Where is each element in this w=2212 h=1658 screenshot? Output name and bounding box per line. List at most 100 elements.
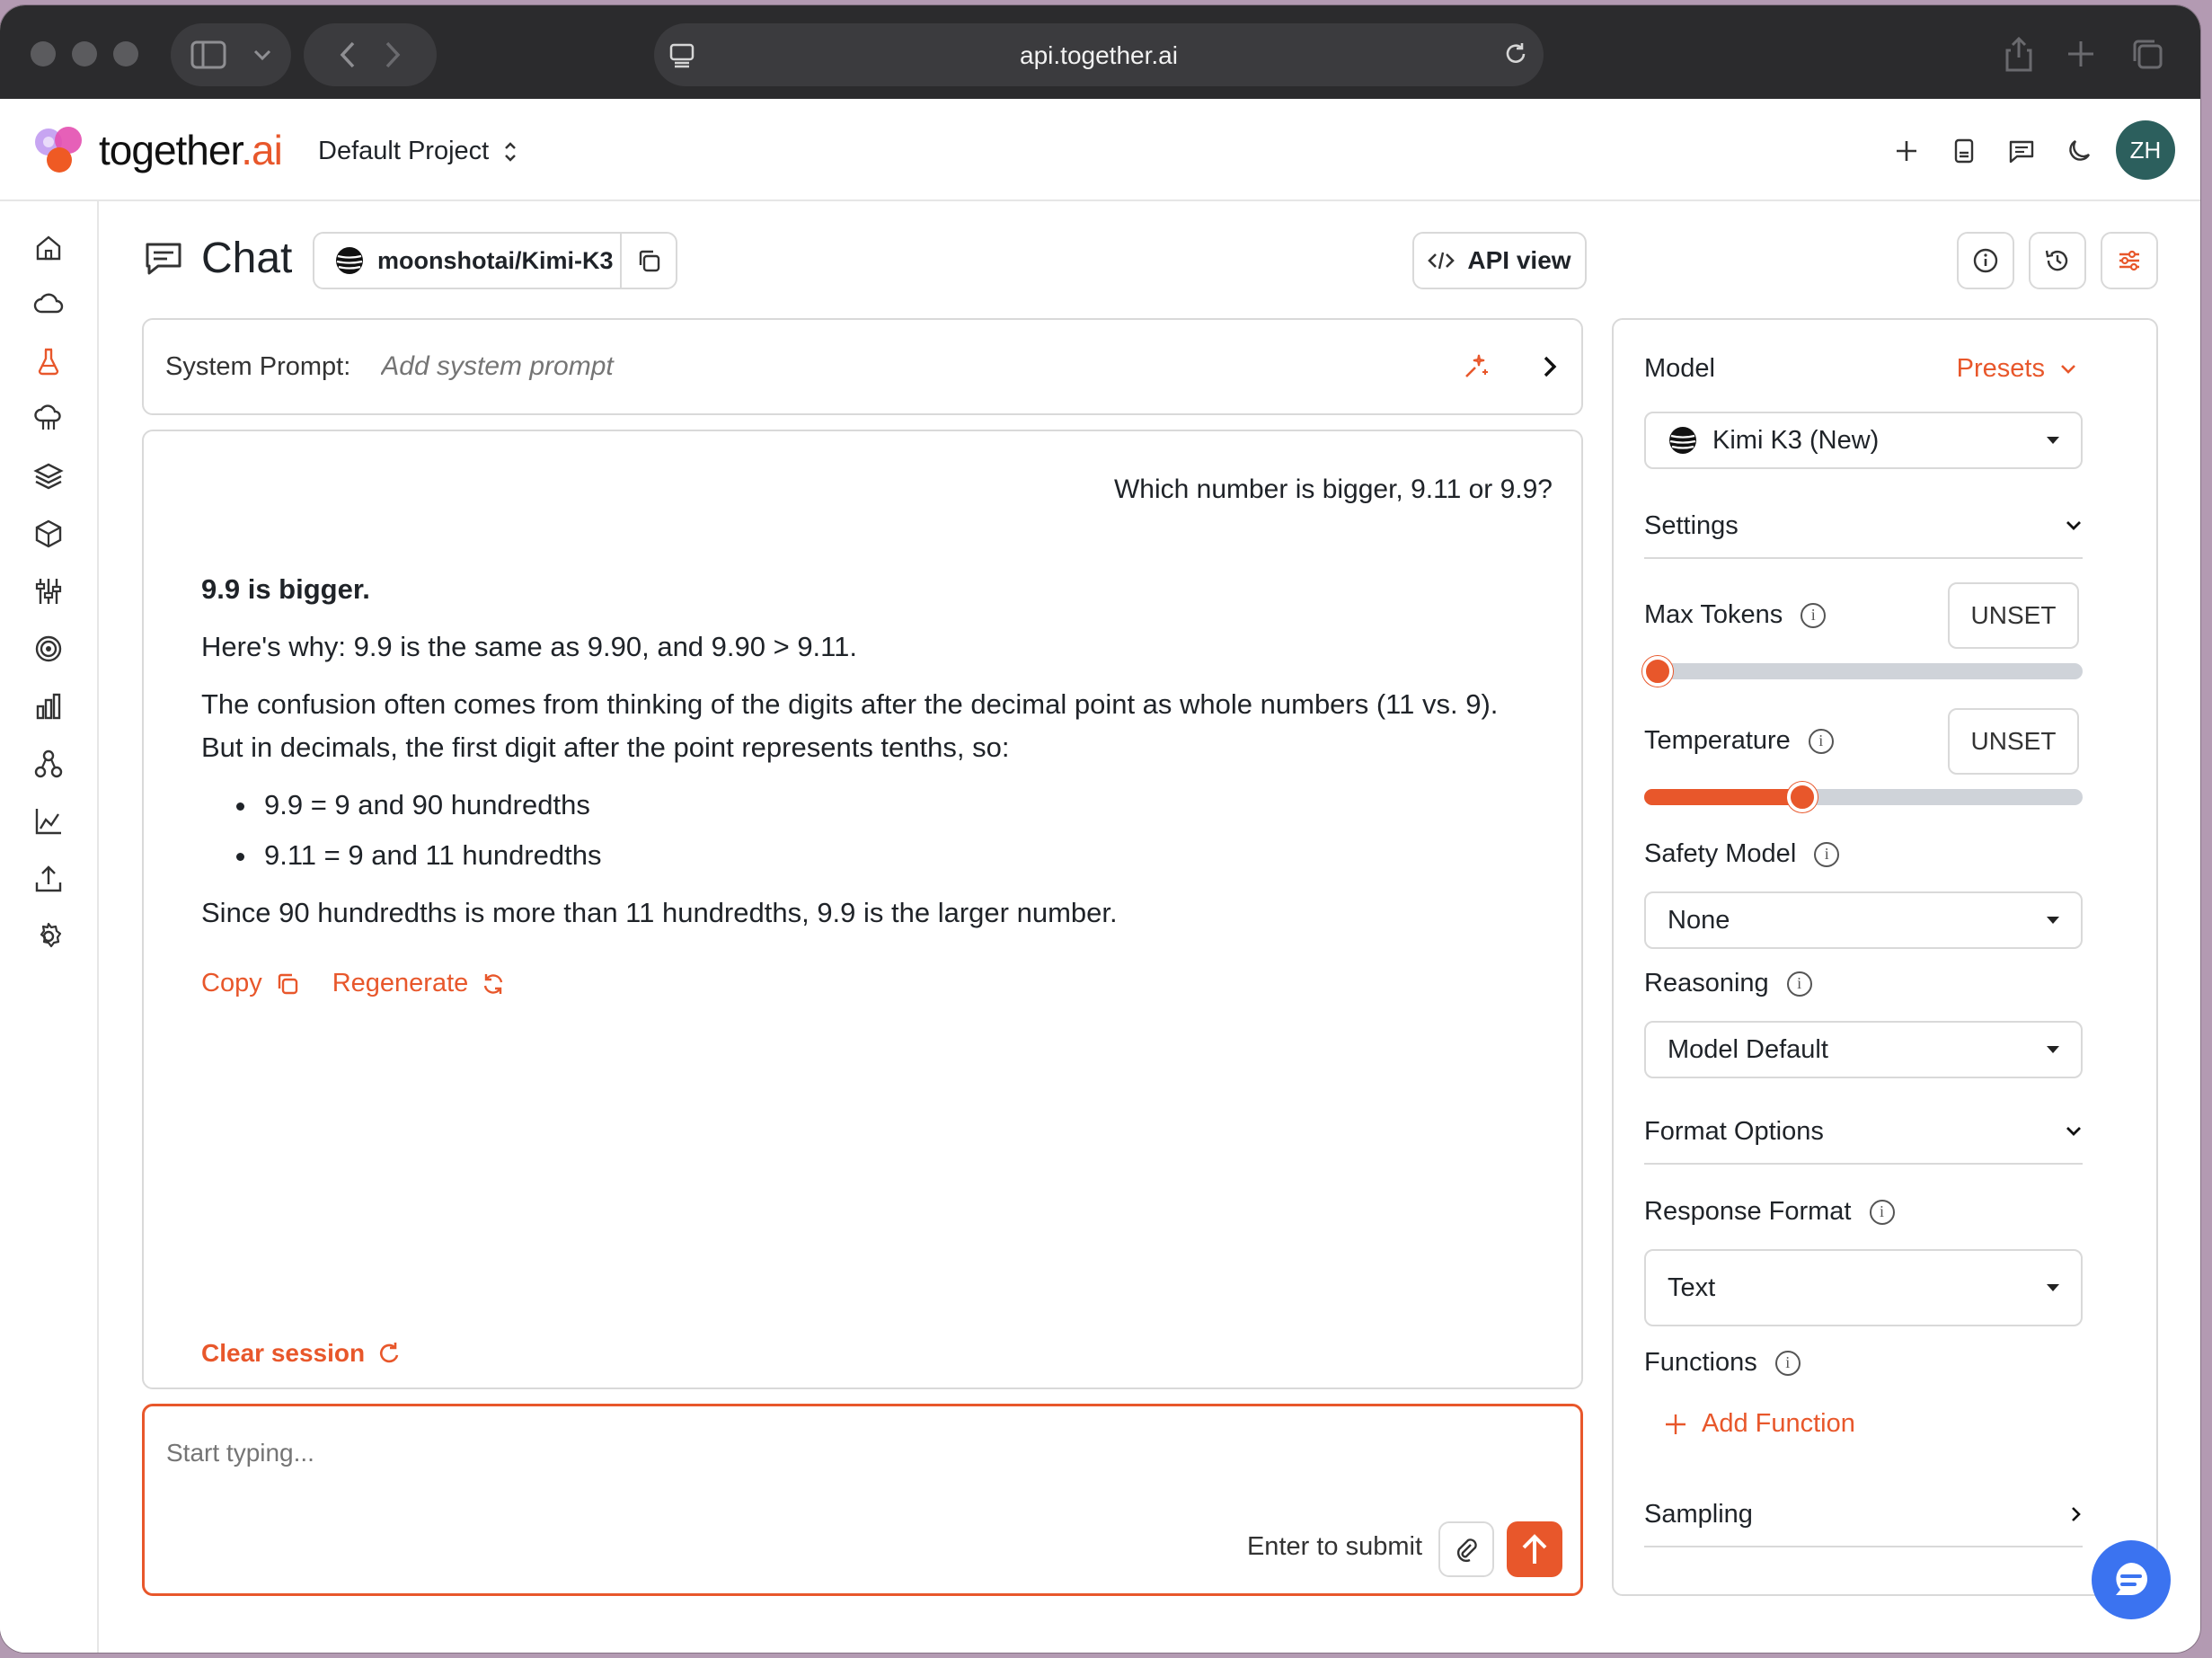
sampling-label: Sampling [1644, 1499, 1753, 1529]
sampling-section-toggle[interactable]: Sampling [1644, 1483, 2083, 1547]
response-format-select[interactable]: Text [1644, 1249, 2083, 1326]
settings-label: Settings [1644, 510, 1739, 540]
plus-icon[interactable] [1889, 133, 1924, 169]
refresh-icon [484, 973, 503, 994]
reasoning-select[interactable]: Model Default [1644, 1021, 2083, 1078]
zoom-window-dot[interactable] [113, 41, 138, 66]
info-icon[interactable]: i [1786, 971, 1812, 997]
together-logo-icon [35, 127, 82, 173]
chevron-down-icon [253, 49, 271, 61]
history-nav [304, 23, 437, 86]
bar-chart-icon[interactable] [32, 690, 65, 723]
settings-toggle-button[interactable] [2101, 232, 2158, 289]
send-button[interactable] [1507, 1521, 1562, 1577]
safety-model-value: None [1668, 905, 1730, 935]
project-name: Default Project [318, 137, 490, 165]
model-chip[interactable]: moonshotai/Kimi-K3 [313, 232, 677, 289]
browser-chrome: api.together.ai [0, 5, 2200, 99]
flask-icon[interactable] [32, 345, 65, 377]
gear-icon[interactable] [32, 920, 65, 953]
copy-model-button[interactable] [620, 234, 676, 288]
home-icon[interactable] [32, 232, 65, 264]
cloud-network-icon[interactable] [32, 403, 65, 435]
info-icon [1973, 248, 1998, 273]
chevron-right-icon[interactable] [1540, 353, 1560, 380]
info-icon[interactable]: i [1814, 841, 1840, 867]
upload-icon[interactable] [32, 863, 65, 895]
target-icon[interactable] [32, 633, 65, 665]
format-options-label: Format Options [1644, 1116, 1824, 1146]
info-button[interactable] [1957, 232, 2014, 289]
model-label: Model [1644, 354, 1715, 383]
share-icon[interactable] [2004, 36, 2034, 72]
new-tab-icon[interactable] [2066, 40, 2095, 68]
safety-model-select[interactable]: None [1644, 891, 2083, 949]
address-bar[interactable]: api.together.ai [654, 23, 1544, 86]
history-button[interactable] [2029, 232, 2086, 289]
dark-mode-icon[interactable] [2061, 133, 2097, 169]
tab-overview-icon[interactable] [2131, 38, 2163, 70]
slider-thumb[interactable] [1642, 656, 1673, 687]
temperature-slider[interactable] [1644, 782, 2083, 812]
back-icon[interactable] [339, 40, 357, 69]
info-icon[interactable]: i [1801, 602, 1827, 628]
info-icon[interactable]: i [1774, 1350, 1801, 1376]
help-chat-button[interactable] [2092, 1540, 2171, 1619]
cloud-icon[interactable] [32, 288, 65, 320]
answer-paragraph: Since 90 hundredths is more than 11 hund… [201, 897, 1118, 928]
caret-down-icon [2047, 917, 2059, 924]
clear-session-button[interactable]: Clear session [201, 1339, 403, 1368]
system-prompt-bar: System Prompt: [142, 318, 1583, 415]
format-options-toggle[interactable]: Format Options [1644, 1100, 2083, 1165]
close-window-dot[interactable] [31, 41, 56, 66]
copy-button[interactable]: Copy [201, 969, 300, 998]
attach-button[interactable] [1438, 1521, 1494, 1577]
forward-icon[interactable] [384, 40, 402, 69]
answer-paragraph: Here's why: 9.9 is the same as 9.90, and… [201, 631, 857, 662]
settings-section-toggle[interactable]: Settings [1644, 494, 2083, 559]
analytics-icon[interactable] [32, 805, 65, 838]
page-title: Chat [144, 234, 292, 283]
answer-list: 9.9 = 9 and 90 hundredths 9.11 = 9 and 1… [259, 784, 1549, 877]
info-icon[interactable]: i [1869, 1199, 1895, 1225]
model-select[interactable]: Kimi K3 (New) [1644, 412, 2083, 469]
docs-icon[interactable] [1946, 133, 1982, 169]
magic-sparkle-icon[interactable] [1461, 351, 1491, 382]
reload-icon[interactable] [1502, 41, 1529, 68]
reasoning-label: Reasoning i [1644, 969, 1812, 998]
copy-label: Copy [201, 969, 262, 997]
user-avatar[interactable]: ZH [2116, 120, 2175, 180]
logo-wordmark[interactable]: together.ai [99, 126, 283, 174]
add-function-button[interactable]: Add Function [1664, 1409, 1855, 1439]
sidebar-icon [190, 40, 226, 69]
plus-icon [1666, 1414, 1686, 1434]
cube-icon[interactable] [32, 518, 65, 550]
layers-icon[interactable] [32, 460, 65, 492]
arrow-up-icon [1522, 1534, 1547, 1564]
copy-icon [639, 250, 660, 272]
project-switcher[interactable]: Default Project [318, 137, 518, 166]
slider-thumb[interactable] [1787, 782, 1818, 812]
max-tokens-slider[interactable] [1642, 656, 2083, 687]
conversation-panel: Which number is bigger, 9.11 or 9.9? 9.9… [142, 430, 1583, 1389]
response-format-label: Response Format i [1644, 1197, 1895, 1227]
presets-dropdown[interactable]: Presets [1957, 354, 2077, 384]
cluster-icon[interactable] [32, 748, 65, 780]
info-icon[interactable]: i [1808, 728, 1834, 754]
max-tokens-input[interactable]: UNSET [1948, 582, 2079, 649]
clear-session-label: Clear session [201, 1339, 366, 1367]
list-item: 9.11 = 9 and 11 hundredths [259, 834, 1549, 877]
regenerate-button[interactable]: Regenerate [332, 969, 507, 998]
paperclip-icon [1456, 1538, 1477, 1563]
temperature-input[interactable]: UNSET [1948, 708, 2079, 775]
feedback-icon[interactable] [2004, 133, 2039, 169]
max-tokens-label: Max Tokens i [1644, 600, 1827, 630]
message-input[interactable] [166, 1439, 975, 1467]
browser-window: api.together.ai together.ai Default Proj… [0, 5, 2200, 1653]
minimize-window-dot[interactable] [72, 41, 97, 66]
system-prompt-input[interactable] [381, 351, 1461, 382]
api-view-button[interactable]: API view [1412, 232, 1587, 289]
left-sidebar [0, 201, 99, 1653]
sliders-icon[interactable] [32, 575, 65, 607]
sidebar-toggle-button[interactable] [171, 23, 291, 86]
